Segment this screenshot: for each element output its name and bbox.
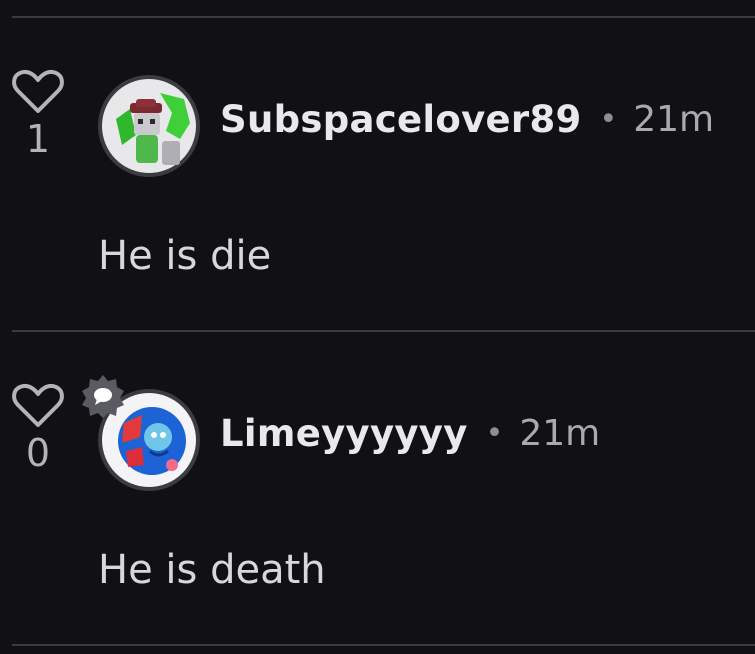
avatar[interactable] [82,375,200,491]
like-count: 0 [25,431,51,475]
timestamp[interactable]: 21m [633,99,714,140]
separator-dot: • [485,416,504,451]
comment-header: Limeyyyyyy • 21m [220,412,600,455]
comment-text: He is death [98,547,326,593]
comment-item: 0 Limeyyyyyy • 21m He is death [0,332,755,632]
like-count: 1 [25,117,51,161]
comment-item: 1 Subspacelover89 • 21m He is die [0,18,755,318]
username[interactable]: Limeyyyyyy [220,412,468,455]
divider [12,644,755,646]
like-control: 0 [10,382,66,472]
avatar[interactable] [98,75,200,177]
comment-text: He is die [98,233,272,279]
comment-header: Subspacelover89 • 21m [220,98,714,141]
heart-icon[interactable] [10,68,66,116]
username[interactable]: Subspacelover89 [220,98,582,141]
comment-thread: 1 Subspacelover89 • 21m He is die 0 Lime… [0,0,755,654]
like-control: 1 [10,68,66,158]
chat-bubble-badge-icon [82,375,124,418]
separator-dot: • [599,102,618,137]
avatar-green-character-icon [102,79,196,173]
heart-icon[interactable] [10,382,66,430]
timestamp[interactable]: 21m [519,413,600,454]
